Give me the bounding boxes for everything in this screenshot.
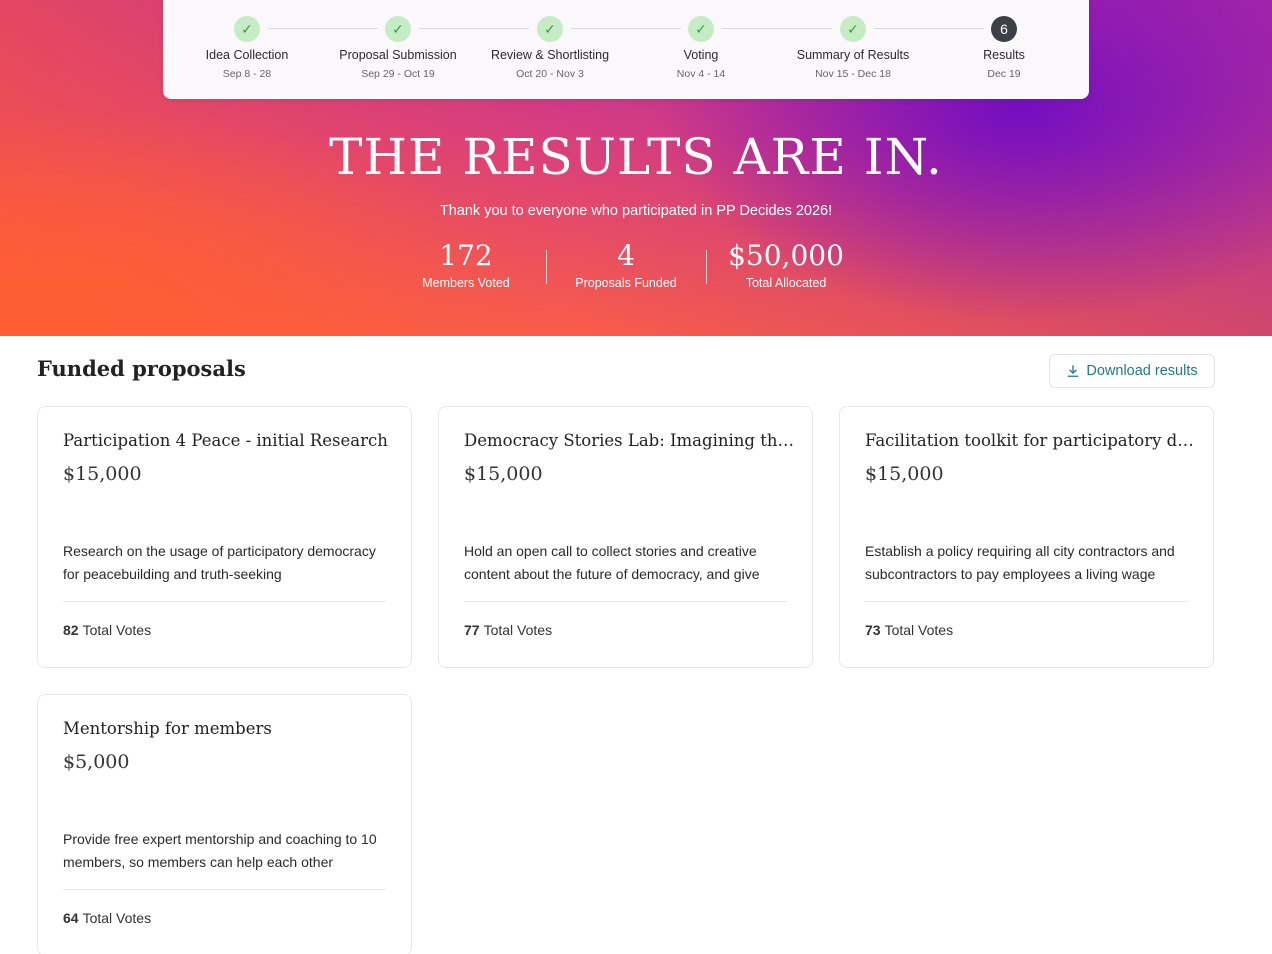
vote-label: Total Votes — [884, 622, 954, 638]
stat-members-voted: 172 Members Voted — [386, 238, 546, 290]
step-name: Idea Collection — [205, 48, 289, 62]
proposal-votes: 77 Total Votes — [464, 622, 552, 638]
vote-count: 73 — [865, 622, 881, 638]
step-date: Dec 19 — [987, 68, 1021, 80]
proposal-description: Provide free expert mentorship and coach… — [63, 831, 377, 870]
check-icon: ✓ — [385, 16, 411, 42]
hero-subtitle: Thank you to everyone who participated i… — [439, 203, 833, 219]
proposal-description: Hold an open call to collect stories and… — [464, 543, 760, 582]
proposal-title[interactable]: Democracy Stories Lab: Imagining the Fut… — [464, 431, 794, 450]
download-results-button[interactable]: Download results — [1049, 354, 1215, 388]
proposal-title[interactable]: Participation 4 Peace - initial Research — [63, 431, 393, 450]
section-title: Funded proposals — [37, 356, 246, 381]
check-icon: ✓ — [234, 16, 260, 42]
divider — [865, 601, 1188, 602]
proposal-card[interactable]: Mentorship for members $5,000 Provide fr… — [37, 694, 412, 954]
step-date: Sep 8 - 28 — [222, 68, 272, 80]
step-date: Nov 4 - 14 — [676, 68, 726, 80]
hero-title: THE RESULTS ARE IN. — [329, 128, 943, 186]
divider — [464, 601, 787, 602]
check-icon: ✓ — [840, 16, 866, 42]
check-icon: ✓ — [688, 16, 714, 42]
proposal-title[interactable]: Facilitation toolkit for participatory d… — [865, 431, 1195, 450]
stat-label: Total Allocated — [745, 276, 827, 290]
check-icon: ✓ — [537, 16, 563, 42]
proposal-card[interactable]: Participation 4 Peace - initial Research… — [37, 406, 412, 668]
stat-label: Proposals Funded — [575, 276, 677, 290]
stat-value: $50,000 — [728, 239, 844, 272]
step-name: Voting — [683, 48, 719, 62]
process-stepper: ✓ Idea Collection Sep 8 - 28 ✓ Proposal … — [163, 0, 1089, 99]
stat-proposals-funded: 4 Proposals Funded — [546, 238, 706, 290]
step-number-badge: 6 — [991, 16, 1017, 42]
step-name: Review & Shortlisting — [490, 48, 610, 62]
proposal-amount: $15,000 — [63, 463, 142, 485]
divider — [63, 601, 386, 602]
step-name: Proposal Submission — [339, 48, 457, 62]
step-date: Oct 20 - Nov 3 — [516, 68, 584, 80]
step-connector — [874, 28, 984, 29]
divider — [63, 889, 386, 890]
proposal-amount: $15,000 — [865, 463, 944, 485]
step-connector — [722, 28, 832, 29]
proposal-votes: 82 Total Votes — [63, 622, 151, 638]
vote-label: Total Votes — [82, 910, 152, 926]
proposal-card[interactable]: Democracy Stories Lab: Imagining the Fut… — [438, 406, 813, 668]
proposal-card[interactable]: Facilitation toolkit for participatory d… — [839, 406, 1214, 668]
step-connector — [419, 28, 529, 29]
step-date: Nov 15 - Dec 18 — [815, 68, 891, 80]
proposal-description: Establish a policy requiring all city co… — [865, 543, 1175, 582]
proposal-amount: $5,000 — [63, 751, 130, 773]
vote-count: 82 — [63, 622, 79, 638]
stat-total-allocated: $50,000 Total Allocated — [706, 238, 866, 290]
proposal-votes: 64 Total Votes — [63, 910, 151, 926]
step-name: Summary of Results — [796, 48, 910, 62]
vote-label: Total Votes — [82, 622, 152, 638]
download-results-label: Download results — [1086, 363, 1198, 379]
stat-label: Members Voted — [422, 276, 510, 290]
vote-label: Total Votes — [483, 622, 553, 638]
download-icon — [1067, 365, 1079, 377]
step-connector — [268, 28, 378, 29]
step-name: Results — [983, 48, 1025, 62]
stat-value: 4 — [617, 239, 635, 272]
proposal-title[interactable]: Mentorship for members — [63, 719, 393, 738]
results-stats: 172 Members Voted 4 Proposals Funded $50… — [386, 238, 886, 298]
step-connector — [571, 28, 681, 29]
vote-count: 64 — [63, 910, 79, 926]
proposal-description: Research on the usage of participatory d… — [63, 543, 376, 582]
stat-value: 172 — [439, 239, 493, 272]
proposal-votes: 73 Total Votes — [865, 622, 953, 638]
proposal-amount: $15,000 — [464, 463, 543, 485]
step-date: Sep 29 - Oct 19 — [361, 68, 435, 80]
vote-count: 77 — [464, 622, 480, 638]
